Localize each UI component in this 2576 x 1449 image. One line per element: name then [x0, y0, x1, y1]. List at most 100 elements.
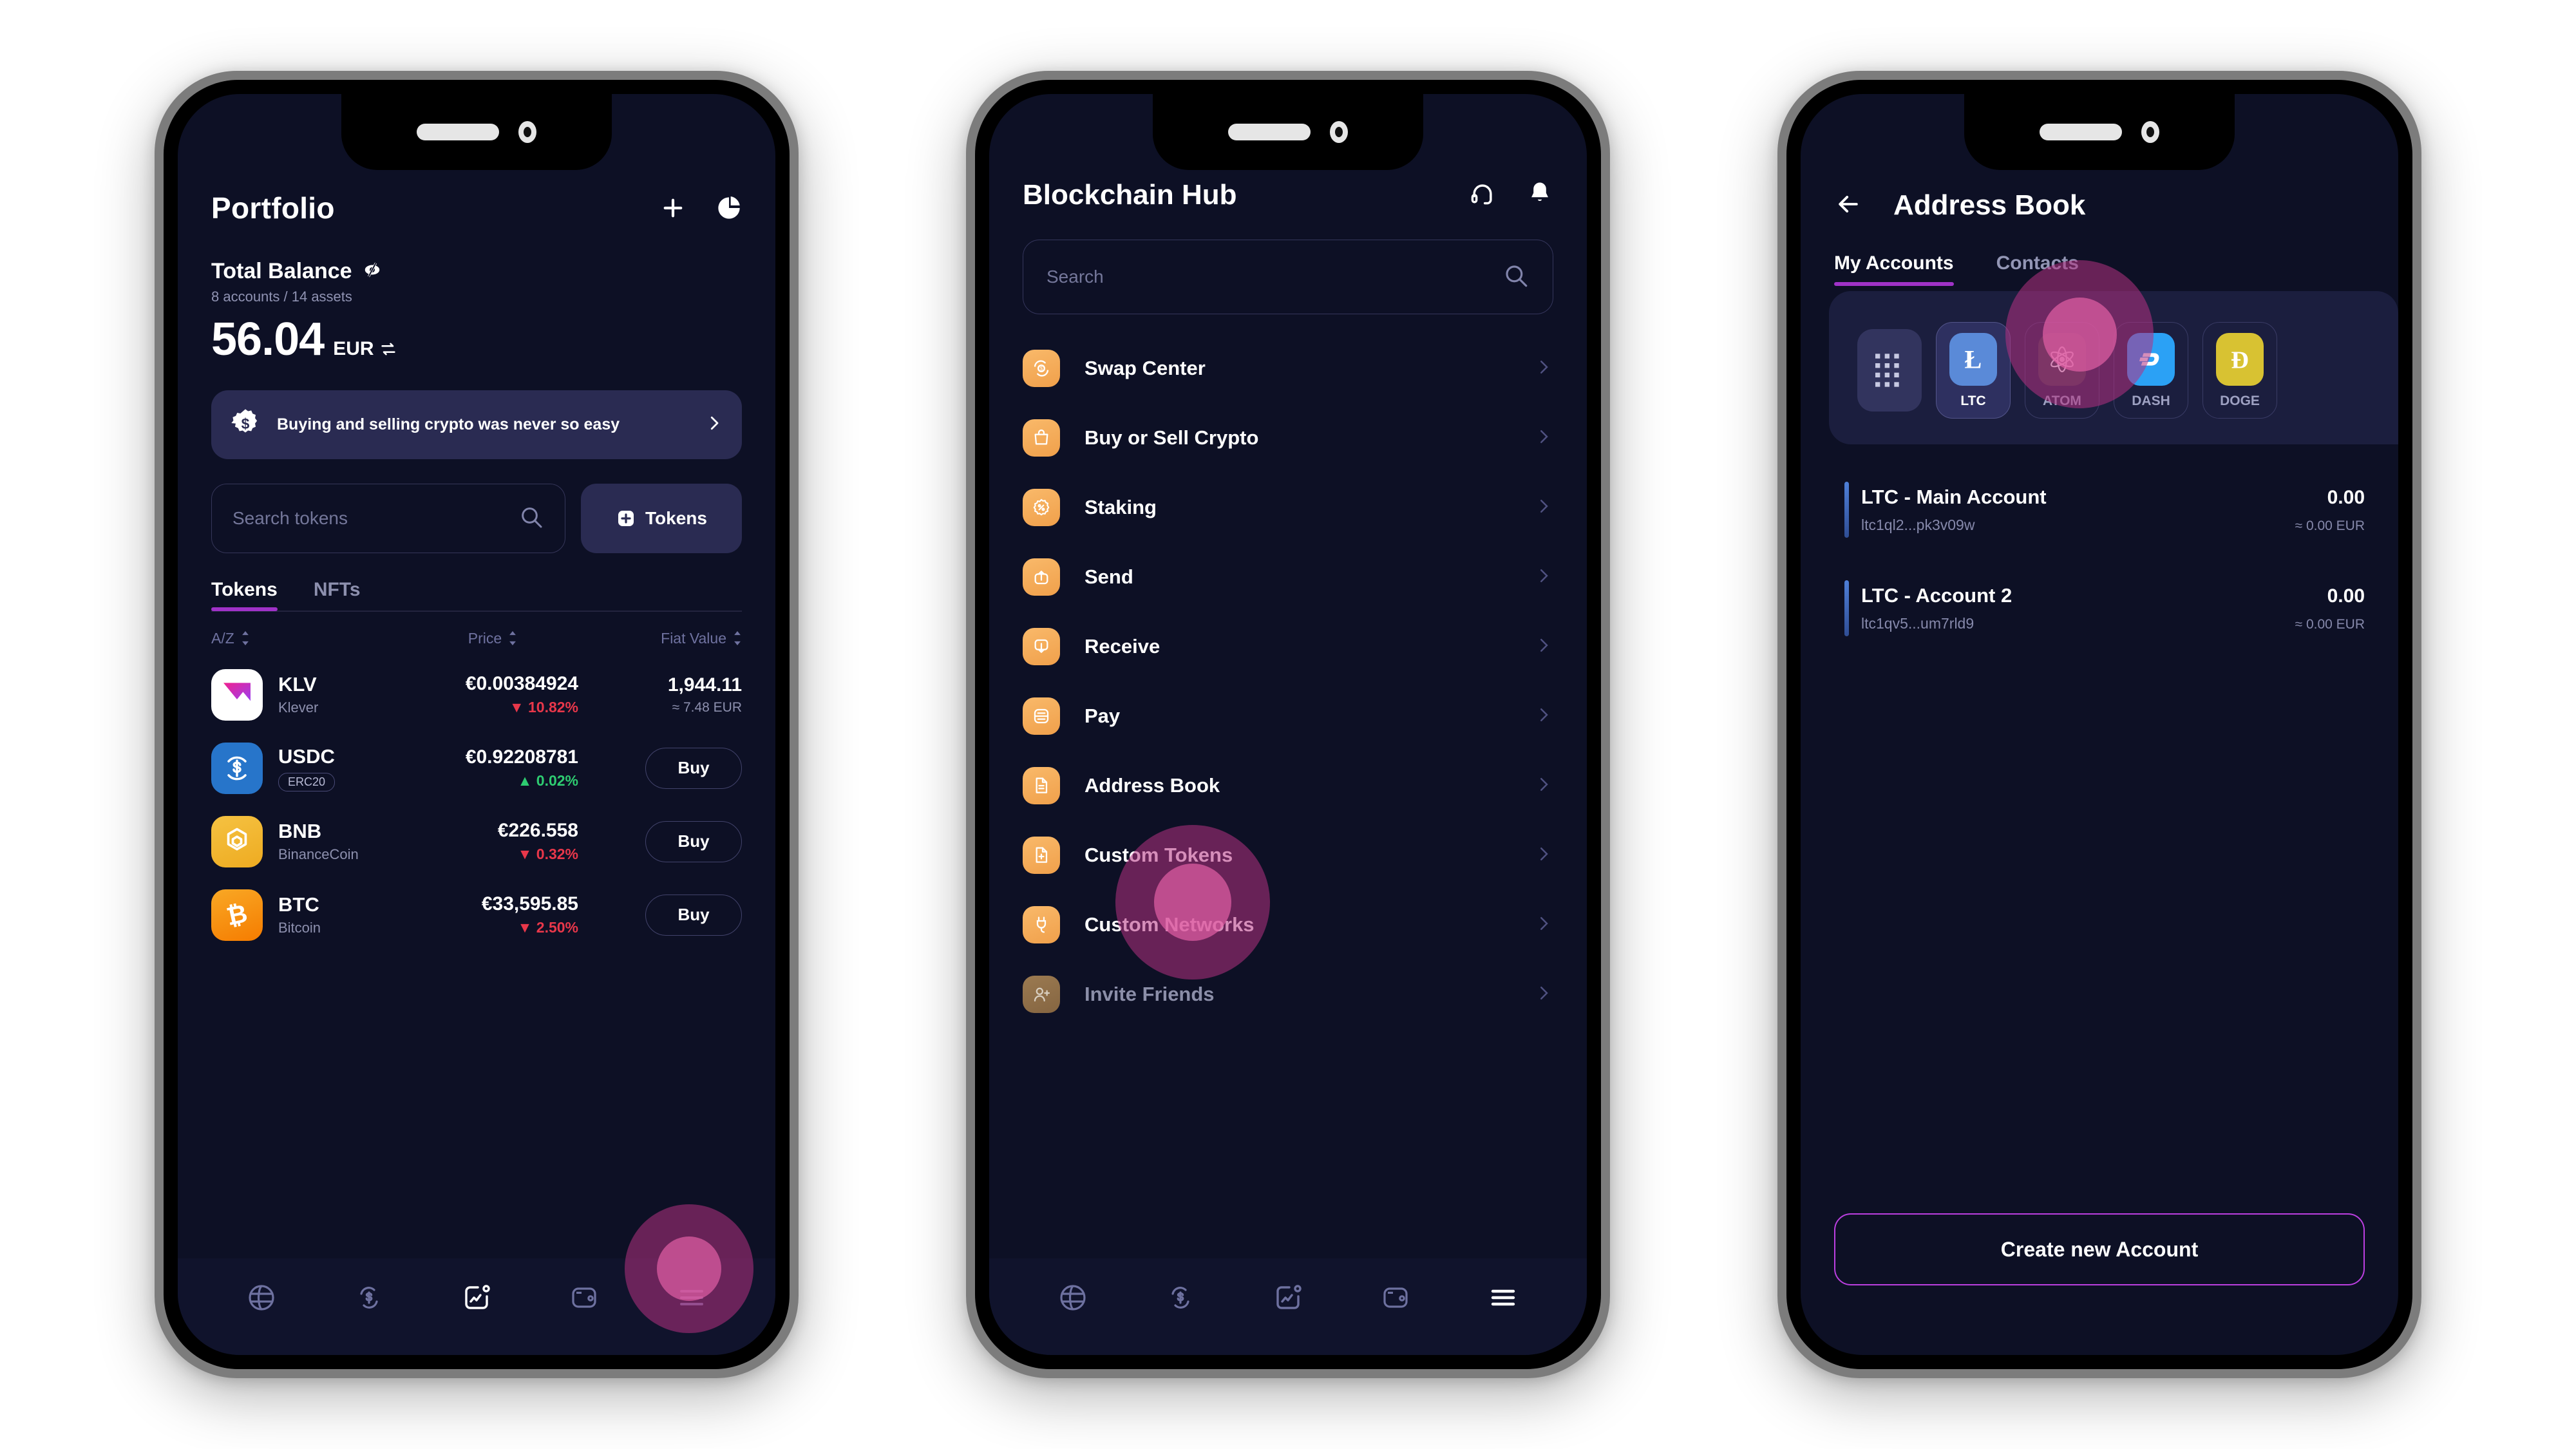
- activity-chart-icon[interactable]: [1273, 1282, 1303, 1313]
- swap-center-icon: $: [1023, 350, 1060, 387]
- receive-down-icon: [1023, 628, 1060, 665]
- add-tokens-button[interactable]: Tokens: [581, 484, 742, 553]
- phone-address-book: Address Book My Accounts Contacts Ł LTC …: [1777, 71, 2421, 1378]
- token-change: ▼ 0.32%: [517, 846, 578, 862]
- token-badge: ERC20: [278, 772, 336, 791]
- buy-button[interactable]: Buy: [645, 894, 742, 936]
- menu-item-staking[interactable]: Staking: [1023, 473, 1553, 542]
- sort-headers: A/Z Price Fiat Value: [211, 630, 742, 647]
- camera-icon: [1330, 121, 1348, 143]
- table-row[interactable]: USDC ERC20 €0.92208781 ▲ 0.02% Buy: [211, 742, 742, 794]
- tab-nfts[interactable]: NFTs: [314, 579, 361, 611]
- sort-price[interactable]: Price: [404, 630, 581, 647]
- menu-item-custom-tokens[interactable]: Custom Tokens: [1023, 820, 1553, 890]
- arrow-left-icon[interactable]: [1834, 190, 1862, 222]
- menu-item-label: Staking: [1084, 496, 1157, 518]
- globe-icon[interactable]: [246, 1282, 277, 1313]
- menu-item-send[interactable]: Send: [1023, 542, 1553, 612]
- svg-text:$: $: [242, 415, 250, 432]
- bell-icon[interactable]: [1526, 180, 1553, 211]
- up-arrow-icon: ▲: [517, 772, 533, 789]
- search-input[interactable]: Search: [1023, 240, 1553, 314]
- token-search-row: Search tokens Tokens: [211, 484, 742, 553]
- chevron-right-icon: [705, 413, 724, 436]
- account-fiat: ≈ 0.00 EUR: [2295, 617, 2365, 632]
- table-row[interactable]: ₿ BTC Bitcoin €33,595.85 ▼ 2.50% Buy: [211, 889, 742, 941]
- phone-bezel-2: Blockchain Hub Search $ Swap Center Buy …: [975, 80, 1601, 1369]
- chevron-right-icon: [1534, 983, 1553, 1006]
- hub-menu: $ Swap Center Buy or Sell Crypto Staking…: [1023, 334, 1553, 1029]
- menu-item-receive[interactable]: Receive: [1023, 612, 1553, 681]
- promo-banner[interactable]: $ Buying and selling crypto was never so…: [211, 390, 742, 459]
- btc-icon: ₿: [211, 889, 263, 941]
- menu-item-invite-friends[interactable]: Invite Friends: [1023, 960, 1553, 1029]
- chevron-right-icon: [1534, 844, 1553, 867]
- shopping-bag-icon: [1023, 419, 1060, 457]
- portfolio-header: Portfolio: [211, 191, 742, 225]
- list-item[interactable]: LTC - Main Account 0.00 ltc1ql2...pk3v09…: [1834, 480, 2365, 539]
- tab-my-accounts[interactable]: My Accounts: [1834, 252, 1954, 286]
- total-balance-label: Total Balance: [211, 259, 352, 283]
- currency-code: EUR: [333, 338, 374, 359]
- tab-contacts[interactable]: Contacts: [1996, 252, 2079, 286]
- menu-item-swap-center[interactable]: $ Swap Center: [1023, 334, 1553, 403]
- search-placeholder: Search tokens: [232, 508, 348, 528]
- tab-tokens[interactable]: Tokens: [211, 579, 278, 611]
- swap-dollar-icon[interactable]: [1165, 1282, 1196, 1313]
- chevron-right-icon: [1534, 705, 1553, 728]
- menu-item-address-book[interactable]: Address Book: [1023, 751, 1553, 820]
- search-input[interactable]: Search tokens: [211, 484, 565, 553]
- buy-button[interactable]: Buy: [645, 747, 742, 789]
- menu-item-label: Invite Friends: [1084, 983, 1215, 1005]
- accounts-list: LTC - Main Account 0.00 ltc1ql2...pk3v09…: [1801, 480, 2398, 638]
- bottom-navigation: [178, 1258, 775, 1355]
- chevron-right-icon: [1534, 427, 1553, 450]
- phone-blockchain-hub: Blockchain Hub Search $ Swap Center Buy …: [966, 71, 1610, 1378]
- buy-button[interactable]: Buy: [645, 820, 742, 862]
- chip-atom[interactable]: ATOM: [2025, 322, 2099, 419]
- down-arrow-icon: ▼: [517, 846, 533, 862]
- create-new-account-button[interactable]: Create new Account: [1834, 1213, 2365, 1285]
- chip-ltc[interactable]: Ł LTC: [1936, 322, 2011, 419]
- globe-icon[interactable]: [1057, 1282, 1088, 1313]
- sort-fiat[interactable]: Fiat Value: [581, 630, 742, 647]
- bnb-icon: [211, 815, 263, 867]
- account-balance: 0.00: [2327, 585, 2365, 607]
- hub-header: Blockchain Hub: [1023, 179, 1553, 211]
- chip-doge[interactable]: Ð DOGE: [2202, 322, 2277, 419]
- accounts-assets-count: 8 accounts / 14 assets: [211, 289, 352, 305]
- activity-chart-icon[interactable]: [461, 1282, 492, 1313]
- wallet-icon[interactable]: [569, 1282, 600, 1313]
- token-symbol: BTC: [278, 893, 319, 916]
- menu-item-pay[interactable]: Pay: [1023, 681, 1553, 751]
- wallet-icon[interactable]: [1380, 1282, 1411, 1313]
- table-row[interactable]: BNB BinanceCoin €226.558 ▼ 0.32% Buy: [211, 815, 742, 867]
- sort-price-label: Price: [468, 629, 502, 647]
- list-item[interactable]: LTC - Account 2 0.00 ltc1qv5...um7rld9 ≈…: [1834, 579, 2365, 638]
- currency-swap-icon: [381, 343, 395, 355]
- down-arrow-icon: ▼: [517, 919, 533, 936]
- account-address: ltc1ql2...pk3v09w: [1861, 516, 1975, 533]
- table-row[interactable]: KLV Klever €0.00384924 ▼ 10.82% 1,944.11…: [211, 668, 742, 721]
- coin-filter-card: Ł LTC ATOM DASH Ð DOGE: [1829, 291, 2398, 444]
- sort-arrows-icon: [509, 631, 516, 645]
- chip-dash[interactable]: DASH: [2114, 322, 2188, 419]
- svg-text:Ł: Ł: [1965, 345, 1982, 374]
- menu-item-custom-networks[interactable]: Custom Networks: [1023, 890, 1553, 960]
- sort-arrows-icon: [734, 631, 741, 645]
- menu-item-label: Custom Tokens: [1084, 844, 1233, 866]
- swap-dollar-icon[interactable]: [354, 1282, 384, 1313]
- currency-toggle[interactable]: EUR: [333, 338, 397, 360]
- hamburger-menu-icon[interactable]: [1488, 1282, 1519, 1313]
- pie-chart-icon[interactable]: [716, 195, 742, 221]
- menu-item-buy-sell-crypto[interactable]: Buy or Sell Crypto: [1023, 403, 1553, 473]
- chip-all-coins[interactable]: [1857, 329, 1922, 412]
- plus-icon[interactable]: [659, 194, 687, 222]
- chip-label: DASH: [2132, 393, 2170, 408]
- hamburger-menu-icon[interactable]: [676, 1282, 707, 1313]
- chip-label: DOGE: [2220, 393, 2260, 408]
- headset-icon[interactable]: [1468, 180, 1497, 211]
- sort-az[interactable]: A/Z: [211, 630, 404, 647]
- token-symbol: KLV: [278, 673, 317, 696]
- eye-hidden-icon[interactable]: [363, 260, 382, 283]
